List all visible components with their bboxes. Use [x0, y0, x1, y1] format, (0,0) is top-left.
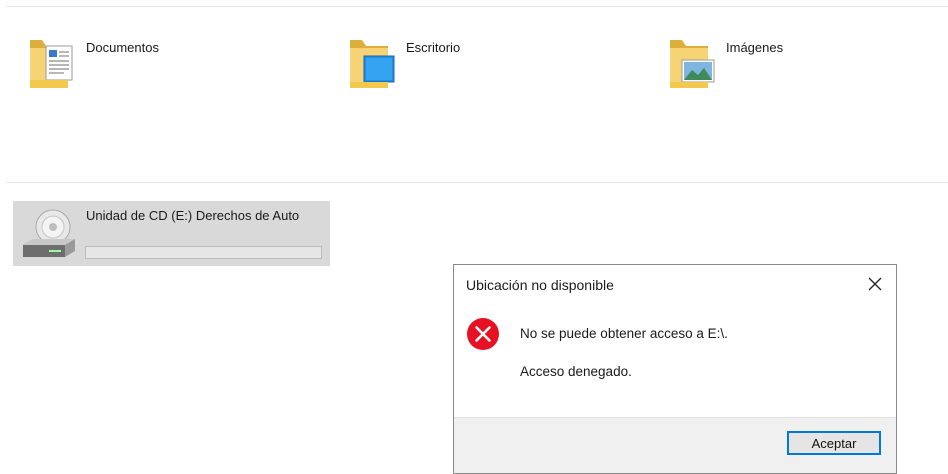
folder-documentos[interactable]: Documentos [28, 36, 208, 92]
close-button[interactable] [858, 269, 892, 299]
close-icon [868, 277, 882, 291]
folder-label: Escritorio [406, 40, 461, 55]
dialog-detail: Acceso denegado. [520, 364, 632, 379]
top-divider [6, 6, 948, 7]
folder-escritorio[interactable]: Escritorio [348, 36, 528, 92]
documents-folder-icon [30, 40, 73, 88]
drive-label: Unidad de CD (E:) Derechos de Auto [86, 208, 300, 223]
accept-button[interactable]: Aceptar [787, 431, 881, 455]
drive-usage-bar [85, 246, 322, 259]
error-dialog: Ubicación no disponible No se puede obte… [453, 264, 897, 474]
folder-label: Documentos [86, 40, 159, 55]
cd-drive-icon [23, 209, 75, 257]
pictures-folder-icon [670, 40, 715, 88]
folder-imagenes[interactable]: Imágenes [668, 36, 848, 92]
dialog-message: No se puede obtener acceso a E:\. [520, 326, 728, 341]
dialog-footer: Aceptar [454, 417, 896, 473]
dialog-title: Ubicación no disponible [466, 277, 614, 293]
error-icon [467, 318, 499, 350]
desktop-folder-icon [350, 40, 395, 88]
folder-label: Imágenes [726, 40, 784, 55]
section-divider [6, 182, 948, 183]
drive-tile-cd[interactable]: Unidad de CD (E:) Derechos de Auto [13, 201, 330, 266]
